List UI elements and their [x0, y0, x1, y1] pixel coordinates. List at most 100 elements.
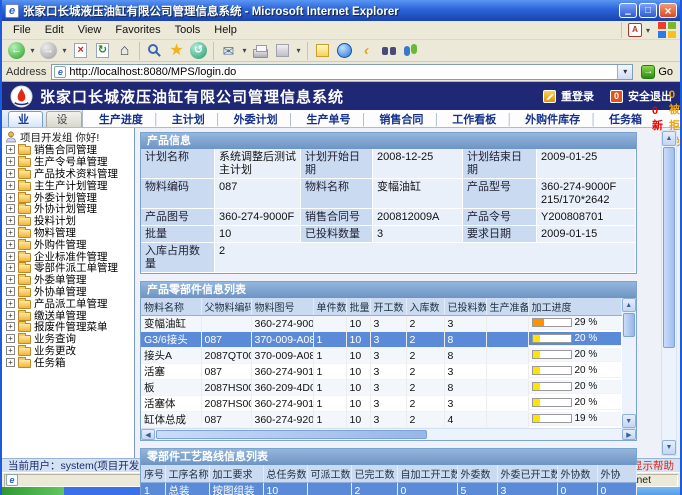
- parts-table-hscrollbar[interactable]: ◀ ▶: [141, 428, 636, 440]
- column-header[interactable]: 已投料数: [444, 298, 486, 316]
- column-header[interactable]: 物料图号: [251, 298, 313, 316]
- column-header[interactable]: 可派工数: [307, 465, 351, 483]
- expand-icon[interactable]: [6, 299, 15, 308]
- column-header[interactable]: 总任务数: [263, 465, 307, 483]
- sidebar-item[interactable]: 业务更改: [5, 345, 134, 357]
- parts-row[interactable]: 活塞087360-274-9010F11032320 %: [141, 364, 621, 380]
- expand-icon[interactable]: [6, 358, 15, 367]
- column-header[interactable]: 入库数: [406, 298, 444, 316]
- parts-row[interactable]: 活塞体2087HS002360-274-9011W11032320 %: [141, 396, 621, 412]
- scroll-thumb[interactable]: [623, 313, 636, 337]
- content-vscrollbar[interactable]: ▲ ▼: [661, 130, 677, 456]
- column-header[interactable]: 自加工开工数: [397, 465, 457, 483]
- messenger-icon[interactable]: [400, 41, 421, 61]
- expand-icon[interactable]: [6, 240, 15, 249]
- column-header[interactable]: 外协: [597, 465, 636, 483]
- address-url[interactable]: http://localhost:8080/MPS/login.do: [69, 66, 614, 78]
- scroll-up-icon[interactable]: ▲: [662, 131, 676, 146]
- nav-item[interactable]: 任务箱: [603, 111, 648, 127]
- forward-dropdown-icon[interactable]: ▾: [60, 41, 69, 61]
- route-row[interactable]: 1总装按图组装10205300: [141, 483, 636, 495]
- column-header[interactable]: 单件数量: [313, 298, 346, 316]
- column-header[interactable]: 父物料编码: [201, 298, 251, 316]
- scroll-left-icon[interactable]: ◀: [141, 429, 155, 440]
- menu-item[interactable]: Favorites: [108, 24, 167, 36]
- expand-icon[interactable]: [6, 193, 15, 202]
- expand-icon[interactable]: [6, 275, 15, 284]
- menu-item[interactable]: Tools: [168, 24, 208, 36]
- toolbar-separator[interactable]: [136, 41, 143, 61]
- toolbar-separator[interactable]: [210, 41, 217, 61]
- column-header[interactable]: 加工进度: [528, 298, 621, 316]
- column-header[interactable]: 外协数: [557, 465, 597, 483]
- nav-item[interactable]: 外购件库存: [519, 111, 603, 127]
- parts-row[interactable]: 板2087HS002360-209-4D01011032820 %: [141, 380, 621, 396]
- minimize-button[interactable]: [619, 3, 637, 18]
- sidebar-item[interactable]: 任务箱: [5, 356, 134, 368]
- parts-table-vscrollbar[interactable]: ▲ ▼: [622, 298, 637, 428]
- refresh-icon[interactable]: ↻: [92, 41, 113, 61]
- address-dropdown-icon[interactable]: [617, 65, 632, 79]
- stop-icon[interactable]: ×: [70, 41, 91, 61]
- menu-item[interactable]: File: [6, 24, 38, 36]
- close-button[interactable]: [659, 3, 677, 18]
- scroll-right-icon[interactable]: ▶: [622, 429, 636, 440]
- web-icon[interactable]: [334, 41, 355, 61]
- address-input[interactable]: http://localhost:8080/MPS/login.do: [51, 64, 633, 80]
- nav-item[interactable]: 工作看板: [446, 111, 519, 127]
- maximize-button[interactable]: [639, 3, 657, 18]
- menu-item[interactable]: View: [71, 24, 109, 36]
- parts-row[interactable]: G3/6接头087370-009-A084011032820 %: [141, 332, 621, 348]
- pdf-dropdown-icon[interactable]: [646, 24, 650, 36]
- column-header[interactable]: 物料名称: [141, 298, 201, 316]
- back-dropdown-icon[interactable]: ▾: [28, 41, 37, 61]
- column-header[interactable]: 开工数: [370, 298, 406, 316]
- expand-icon[interactable]: [6, 181, 15, 190]
- mail-icon[interactable]: ✉: [218, 41, 239, 61]
- column-header[interactable]: 已完工数: [351, 465, 397, 483]
- scroll-thumb[interactable]: [663, 147, 675, 348]
- expand-icon[interactable]: [6, 252, 15, 261]
- expand-icon[interactable]: [6, 311, 15, 320]
- search-icon[interactable]: [144, 41, 165, 61]
- scroll-down-icon[interactable]: ▼: [662, 440, 676, 455]
- parts-row[interactable]: 接头A2087QT002370-009-A085011032820 %: [141, 348, 621, 364]
- back-icon[interactable]: ←: [6, 41, 27, 61]
- nav-item[interactable]: 主计划: [166, 111, 228, 127]
- column-header[interactable]: 外委已开工数: [497, 465, 557, 483]
- nav-item[interactable]: 生产单号: [301, 111, 374, 127]
- mail-dropdown-icon[interactable]: ▾: [240, 41, 249, 61]
- column-header[interactable]: 批量: [346, 298, 370, 316]
- column-header[interactable]: 外委数: [457, 465, 497, 483]
- nav-item[interactable]: 外委计划: [228, 111, 301, 127]
- notes-icon[interactable]: [312, 41, 333, 61]
- expand-icon[interactable]: [6, 145, 15, 154]
- expand-icon[interactable]: [6, 157, 15, 166]
- favorites-icon[interactable]: ★: [166, 41, 187, 61]
- logout-button[interactable]: 安全退出: [610, 88, 672, 104]
- scroll-thumb[interactable]: [156, 430, 427, 439]
- expand-icon[interactable]: [6, 263, 15, 272]
- adobe-pdf-icon[interactable]: [628, 23, 642, 37]
- edit-dropdown-icon[interactable]: ▾: [294, 41, 303, 61]
- forward-icon[interactable]: →: [38, 41, 59, 61]
- parts-row[interactable]: 缸体总成087360-274-9200F11032419 %: [141, 412, 621, 428]
- print-icon[interactable]: [250, 41, 271, 61]
- expand-icon[interactable]: [6, 287, 15, 296]
- expand-icon[interactable]: [6, 204, 15, 213]
- parts-row[interactable]: 变幅油缸360-274-9000F1032329 %: [141, 316, 621, 332]
- menu-item[interactable]: Edit: [38, 24, 71, 36]
- go-button[interactable]: Go: [638, 65, 676, 79]
- scroll-down-icon[interactable]: ▼: [622, 414, 637, 428]
- relogin-button[interactable]: 重登录: [543, 88, 594, 104]
- expand-icon[interactable]: [6, 169, 15, 178]
- column-header[interactable]: 序号: [141, 465, 165, 483]
- expand-icon[interactable]: [6, 322, 15, 331]
- column-header[interactable]: 加工要求: [209, 465, 263, 483]
- start-button[interactable]: [2, 487, 64, 495]
- expand-icon[interactable]: [6, 346, 15, 355]
- edit-icon[interactable]: [272, 41, 293, 61]
- expand-icon[interactable]: [6, 334, 15, 343]
- nav-item[interactable]: 生产进度: [93, 111, 166, 127]
- discuss-icon[interactable]: ‹: [356, 41, 377, 61]
